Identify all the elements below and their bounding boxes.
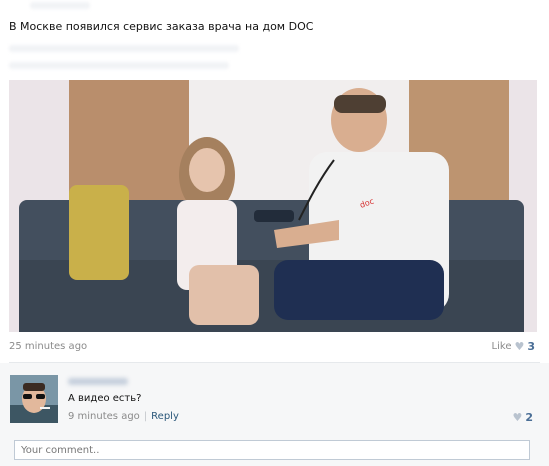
blurred-author-name[interactable] <box>68 378 128 385</box>
blurred-header-line <box>30 2 90 9</box>
post-timestamp[interactable]: 25 minutes ago <box>9 341 87 352</box>
comment-meta: 9 minutes ago | Reply <box>68 411 179 422</box>
avatar-image <box>10 375 58 423</box>
heart-icon: ♥ <box>512 411 523 424</box>
like-label: Like <box>491 341 512 352</box>
meta-separator: | <box>143 411 148 422</box>
photo-doctor-girl: doc <box>9 80 537 332</box>
commenter-avatar[interactable] <box>10 375 58 423</box>
post-title: В Москве появился сервис заказа врача на… <box>9 20 314 33</box>
heart-icon: ♥ <box>514 340 525 353</box>
comment-text: А видео есть? <box>68 393 142 404</box>
like-count: 3 <box>527 340 535 353</box>
comment-timestamp[interactable]: 9 minutes ago <box>68 411 140 422</box>
post-like-button[interactable]: Like ♥ 3 <box>492 340 535 353</box>
reply-link[interactable]: Reply <box>151 411 179 422</box>
blurred-text-line <box>9 62 229 69</box>
comment-like-button[interactable]: ♥ 2 <box>512 411 533 424</box>
comment-like-count: 2 <box>525 411 533 424</box>
blurred-text-line <box>9 45 239 52</box>
post-photo[interactable]: doc <box>9 80 537 332</box>
comment-input[interactable] <box>14 440 530 460</box>
